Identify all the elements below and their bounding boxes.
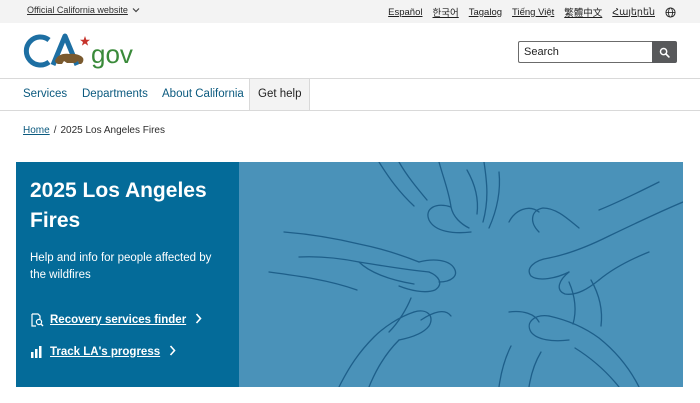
official-site-toggle[interactable]: Official California website (27, 5, 140, 15)
language-links: Español 한국어 Tagalog Tiếng Việt 繁體中文 Հայե… (388, 5, 676, 19)
search-button[interactable] (652, 41, 677, 63)
nav-item-about-california[interactable]: About California (162, 79, 244, 110)
chevron-right-icon (195, 312, 202, 327)
document-search-icon (31, 312, 44, 327)
hero-title: 2025 Los Angeles Fires (30, 179, 207, 232)
nav-item-get-help[interactable]: Get help (249, 79, 311, 110)
utility-bar: Official California website Español 한국어 … (0, 0, 700, 23)
nav-item-departments[interactable]: Departments (82, 79, 148, 110)
search-form (518, 41, 677, 63)
recovery-services-finder-link[interactable]: Recovery services finder (30, 312, 202, 327)
breadcrumb-separator: / (53, 125, 57, 136)
nav-item-services[interactable]: Services (23, 79, 67, 110)
track-la-progress-link[interactable]: Track LA's progress (30, 344, 176, 359)
track-la-progress-label: Track LA's progress (50, 345, 161, 358)
language-link-chinese[interactable]: 繁體中文 (564, 5, 602, 19)
chevron-down-icon (132, 6, 140, 15)
hands-line-illustration (239, 162, 683, 387)
language-link-korean[interactable]: 한국어 (433, 5, 459, 19)
hero-banner: 2025 Los Angeles Fires Help and info for… (16, 162, 683, 387)
hero-description: Help and info for people affected by the… (30, 252, 212, 281)
search-input[interactable] (518, 41, 652, 63)
search-icon (659, 47, 670, 58)
main-nav: Services Departments About California Ge… (0, 78, 700, 111)
language-link-vietnamese[interactable]: Tiếng Việt (512, 7, 554, 18)
language-link-spanish[interactable]: Español (388, 7, 422, 18)
language-link-tagalog[interactable]: Tagalog (469, 7, 502, 18)
breadcrumb: Home / 2025 Los Angeles Fires (23, 125, 165, 136)
language-link-armenian[interactable]: Հայերեն (612, 7, 655, 18)
breadcrumb-home-link[interactable]: Home (23, 125, 50, 136)
official-site-label: Official California website (27, 5, 128, 15)
chevron-right-icon (169, 344, 176, 359)
globe-icon[interactable] (665, 6, 676, 18)
logo-gov-text: gov (91, 39, 133, 69)
ca-gov-logo[interactable]: gov (23, 31, 148, 71)
bar-chart-icon (31, 346, 42, 358)
hero-panel: 2025 Los Angeles Fires Help and info for… (16, 162, 239, 387)
breadcrumb-current: 2025 Los Angeles Fires (60, 125, 165, 136)
site-header: gov (0, 23, 700, 79)
recovery-services-finder-label: Recovery services finder (50, 313, 187, 326)
